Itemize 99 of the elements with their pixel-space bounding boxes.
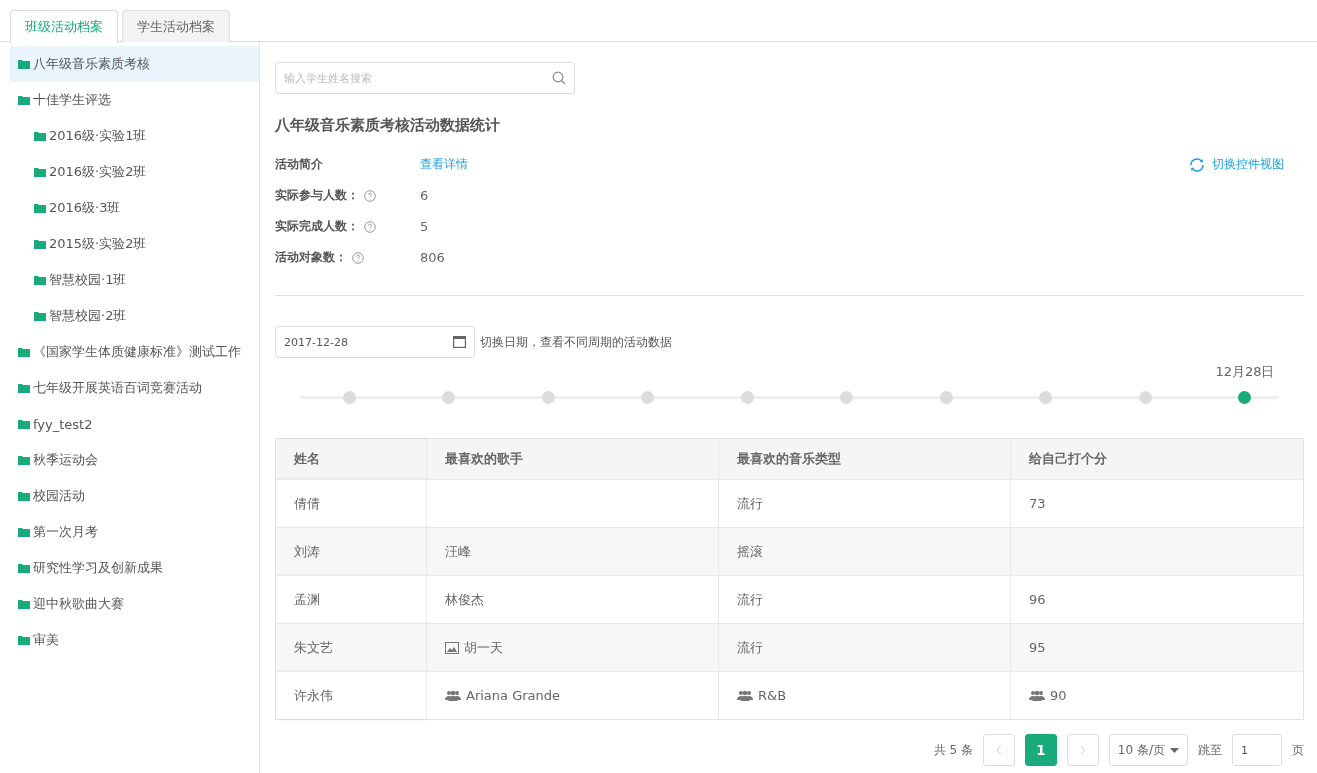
column-header: 姓名 bbox=[276, 439, 426, 479]
help-icon bbox=[364, 189, 376, 202]
chevron-right-icon bbox=[1079, 745, 1086, 755]
table-cell: Ariana Grande bbox=[426, 671, 718, 719]
help-icon bbox=[364, 220, 376, 233]
people-icon bbox=[737, 690, 753, 701]
folder-icon bbox=[18, 635, 30, 645]
help-icon bbox=[352, 251, 364, 264]
search-icon bbox=[552, 71, 566, 85]
column-header: 最喜欢的音乐类型 bbox=[718, 439, 1010, 479]
page-title: 八年级音乐素质考核活动数据统计 bbox=[275, 116, 501, 135]
folder-icon bbox=[18, 599, 30, 609]
table-cell: 95 bbox=[1010, 623, 1303, 671]
folder-icon bbox=[34, 311, 46, 321]
tree-item[interactable]: 2015级·实验2班 bbox=[10, 226, 259, 262]
table-cell: 胡一天 bbox=[426, 623, 718, 671]
tree-item[interactable]: 迎中秋歌曲大赛 bbox=[10, 586, 259, 622]
table-cell: 林俊杰 bbox=[426, 575, 718, 623]
field-value: 5 bbox=[420, 219, 429, 234]
timeline-dot[interactable] bbox=[1138, 391, 1152, 404]
chevron-left-icon bbox=[995, 745, 1002, 755]
table-cell: 汪峰 bbox=[426, 527, 718, 575]
table-cell: 孟渊 bbox=[276, 575, 426, 623]
column-header: 给自己打个分 bbox=[1010, 439, 1303, 479]
next-page-button[interactable] bbox=[1066, 734, 1099, 766]
tree-item[interactable]: 秋季运动会 bbox=[10, 442, 259, 478]
table-cell: 73 bbox=[1010, 479, 1303, 527]
field-label: 实际参与人数： bbox=[275, 187, 359, 204]
table-cell: 摇滚 bbox=[718, 527, 1010, 575]
folder-icon bbox=[18, 419, 30, 429]
tree-item[interactable]: 智慧校园·1班 bbox=[10, 262, 259, 298]
timeline-dot[interactable] bbox=[641, 391, 655, 404]
timeline-dot[interactable] bbox=[939, 391, 953, 404]
date-hint: 切换日期，查看不同周期的活动数据 bbox=[480, 333, 672, 351]
refresh-icon bbox=[1188, 155, 1206, 174]
tree-item[interactable]: 十佳学生评选 bbox=[10, 82, 259, 118]
tree-item[interactable]: 七年级开展英语百词竞赛活动 bbox=[10, 370, 259, 406]
people-icon bbox=[1029, 690, 1045, 701]
table-cell: 96 bbox=[1010, 575, 1303, 623]
image-icon bbox=[445, 641, 459, 654]
tree-item[interactable]: 智慧校园·2班 bbox=[10, 298, 259, 334]
timeline-dot[interactable] bbox=[1238, 391, 1252, 404]
table-cell: 倩倩 bbox=[276, 479, 426, 527]
folder-icon bbox=[18, 95, 30, 105]
page-input[interactable]: 1 bbox=[1232, 734, 1282, 766]
timeline-dot[interactable] bbox=[840, 391, 854, 404]
jump-label: 跳至 bbox=[1198, 741, 1222, 759]
tree-item[interactable]: 《国家学生体质健康标准》测试工作 bbox=[10, 334, 259, 370]
table-cell: 流行 bbox=[718, 623, 1010, 671]
total-count: 共 5 条 bbox=[933, 741, 973, 759]
timeline-dot[interactable] bbox=[1039, 391, 1053, 404]
column-header: 最喜欢的歌手 bbox=[426, 439, 718, 479]
folder-icon bbox=[18, 347, 30, 357]
folder-icon bbox=[18, 383, 30, 393]
tree-item[interactable]: 校园活动 bbox=[10, 478, 259, 514]
table-cell: 刘涛 bbox=[276, 527, 426, 575]
field-label: 活动简介 bbox=[275, 156, 323, 173]
tree-item[interactable]: 2016级·3班 bbox=[10, 190, 259, 226]
caret-icon bbox=[1170, 747, 1179, 753]
people-icon bbox=[445, 690, 461, 701]
table-cell: 90 bbox=[1010, 671, 1303, 719]
field-label: 实际完成人数： bbox=[275, 218, 359, 235]
calendar-icon bbox=[453, 336, 466, 348]
prev-page-button[interactable] bbox=[982, 734, 1015, 766]
field-value: 806 bbox=[420, 250, 445, 265]
page-size-select[interactable]: 10 条/页 bbox=[1108, 734, 1188, 766]
table-cell: R&B bbox=[718, 671, 1010, 719]
folder-icon bbox=[34, 203, 46, 213]
folder-icon bbox=[18, 59, 30, 69]
field-value: 6 bbox=[420, 188, 429, 203]
tree-item[interactable]: 2016级·实验2班 bbox=[10, 154, 259, 190]
folder-icon bbox=[34, 131, 46, 141]
folder-icon bbox=[34, 275, 46, 285]
folder-icon bbox=[18, 455, 30, 465]
tree-item[interactable]: 第一次月考 bbox=[10, 514, 259, 550]
table-cell: 流行 bbox=[718, 575, 1010, 623]
timeline-label: 12月28日 bbox=[1215, 363, 1275, 381]
folder-icon bbox=[18, 563, 30, 573]
tree-item[interactable]: 2016级·实验1班 bbox=[10, 118, 259, 154]
field-label: 活动对象数： bbox=[275, 249, 347, 266]
timeline-dot[interactable] bbox=[740, 391, 754, 404]
search-field[interactable]: 输入学生姓名搜索 bbox=[275, 62, 575, 94]
folder-icon bbox=[18, 491, 30, 501]
tree-item[interactable]: 研究性学习及创新成果 bbox=[10, 550, 259, 586]
folder-icon bbox=[34, 239, 46, 249]
table-cell: 朱文艺 bbox=[276, 623, 426, 671]
tree-item[interactable]: fyy_test2 bbox=[10, 406, 259, 442]
timeline-dot[interactable] bbox=[442, 391, 456, 404]
timeline-dot[interactable] bbox=[342, 391, 356, 404]
timeline-dot[interactable] bbox=[541, 391, 555, 404]
date-field[interactable]: 2017-12-28 bbox=[275, 326, 475, 358]
table-cell: 许永伟 bbox=[276, 671, 426, 719]
table-cell: 流行 bbox=[718, 479, 1010, 527]
tree-item[interactable]: 八年级音乐素质考核 bbox=[10, 46, 259, 82]
folder-icon bbox=[18, 527, 30, 537]
page-suffix: 页 bbox=[1292, 741, 1304, 759]
tree-item[interactable]: 审美 bbox=[10, 622, 259, 658]
folder-icon bbox=[34, 167, 46, 177]
tab[interactable]: 学生活动档案 bbox=[122, 10, 230, 42]
